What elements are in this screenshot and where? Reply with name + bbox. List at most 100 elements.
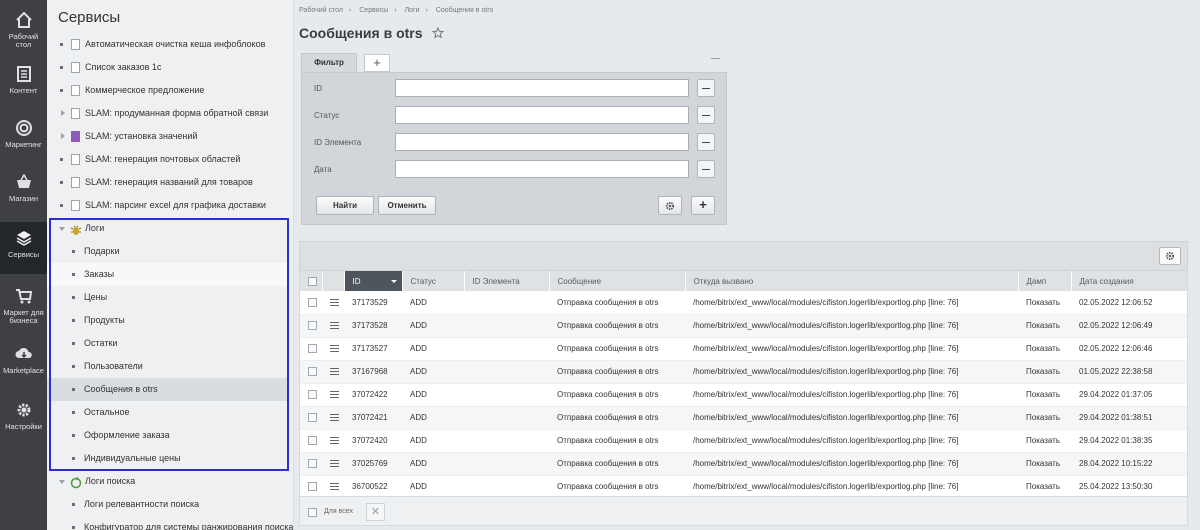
apply-all-checkbox[interactable] xyxy=(308,508,317,517)
table-row[interactable]: 37173529 ADD Отправка сообщения в otrs /… xyxy=(300,291,1187,315)
cell-dump-link[interactable]: Показать xyxy=(1018,475,1071,496)
filter-id-input[interactable] xyxy=(395,79,689,97)
star-icon[interactable] xyxy=(431,26,445,39)
find-button[interactable]: Найти xyxy=(316,196,374,215)
table-row[interactable]: 37167968 ADD Отправка сообщения в otrs /… xyxy=(300,360,1187,384)
table-row[interactable]: 36700522 ADD Отправка сообщения в otrs /… xyxy=(300,475,1187,496)
tree-item[interactable]: SLAM: продуманная форма обратной связи xyxy=(47,102,287,125)
column-dump[interactable]: Дамп xyxy=(1018,271,1072,291)
collapse-arrow-icon[interactable] xyxy=(59,480,65,484)
row-checkbox[interactable] xyxy=(308,436,317,446)
row-menu-icon[interactable] xyxy=(330,391,339,399)
breadcrumb-item[interactable]: Логи xyxy=(405,7,420,14)
tree-subitem[interactable]: Цены xyxy=(47,286,287,309)
table-row[interactable]: 37072421 ADD Отправка сообщения в otrs /… xyxy=(300,406,1187,430)
expand-arrow-icon[interactable] xyxy=(61,133,65,139)
remove-field-button[interactable] xyxy=(697,106,715,124)
table-row[interactable]: 37072422 ADD Отправка сообщения в otrs /… xyxy=(300,383,1187,407)
row-checkbox[interactable] xyxy=(308,390,317,400)
row-menu-icon[interactable] xyxy=(330,460,339,468)
collapse-arrow-icon[interactable] xyxy=(59,227,65,231)
tree-item[interactable]: SLAM: генерация названий для товаров xyxy=(47,171,287,194)
filter-minimize-icon[interactable] xyxy=(711,58,720,59)
cell-dump-link[interactable]: Показать xyxy=(1018,406,1071,430)
row-menu-icon[interactable] xyxy=(330,414,339,422)
rail-business-market[interactable]: Маркет для бизнеса xyxy=(0,280,47,332)
rail-marketing[interactable]: Маркетинг xyxy=(0,112,47,164)
row-menu-icon[interactable] xyxy=(330,483,339,491)
breadcrumb-item[interactable]: Сообщения в otrs xyxy=(436,7,493,14)
tree-item[interactable]: Коммерческое предложение xyxy=(47,79,287,102)
rail-content[interactable]: Контент xyxy=(0,58,47,110)
tree-subitem[interactable]: Пользователи xyxy=(47,355,287,378)
tree-subitem[interactable]: Остатки xyxy=(47,332,287,355)
cell-dump-link[interactable]: Показать xyxy=(1018,360,1071,384)
tree-subitem[interactable]: Индивидуальные цены xyxy=(47,447,287,470)
cell-dump-link[interactable]: Показать xyxy=(1018,452,1071,476)
row-menu-icon[interactable] xyxy=(330,368,339,376)
remove-field-button[interactable] xyxy=(697,160,715,178)
rail-services[interactable]: Сервисы xyxy=(0,222,47,274)
remove-field-button[interactable] xyxy=(697,79,715,97)
column-message[interactable]: Сообщение xyxy=(549,271,686,291)
filter-date-input[interactable] xyxy=(395,160,689,178)
cell-dump-link[interactable]: Показать xyxy=(1018,429,1071,453)
table-row[interactable]: 37173527 ADD Отправка сообщения в otrs /… xyxy=(300,337,1187,361)
rail-shop[interactable]: Магазин xyxy=(0,166,47,218)
tree-subitem[interactable]: Остальное xyxy=(47,401,287,424)
row-checkbox[interactable] xyxy=(308,459,317,469)
column-source[interactable]: Откуда вызвано xyxy=(685,271,1019,291)
rail-desktop[interactable]: Рабочий стол xyxy=(0,4,47,56)
tree-subitem[interactable]: Заказы xyxy=(47,263,287,286)
expand-arrow-icon[interactable] xyxy=(61,110,65,116)
tree-item-search-logs[interactable]: Логи поиска xyxy=(47,470,287,493)
tree-subitem[interactable]: Логи релевантности поиска xyxy=(47,493,287,516)
tree-item[interactable]: Автоматическая очистка кеша инфоблоков xyxy=(47,33,287,56)
row-menu-icon[interactable] xyxy=(330,299,339,307)
select-all-header[interactable] xyxy=(300,271,323,291)
column-id[interactable]: ID xyxy=(344,271,403,291)
table-row[interactable]: 37173528 ADD Отправка сообщения в otrs /… xyxy=(300,314,1187,338)
tree-subitem-selected[interactable]: Сообщения в otrs xyxy=(47,378,287,401)
rail-settings[interactable]: Настройки xyxy=(0,394,47,446)
tree-item[interactable]: SLAM: генерация почтовых областей xyxy=(47,148,287,171)
filter-element-id-input[interactable] xyxy=(395,133,689,151)
row-checkbox[interactable] xyxy=(308,482,317,492)
filter-add-tab-button[interactable]: + xyxy=(364,54,390,72)
row-checkbox[interactable] xyxy=(308,367,317,377)
table-row[interactable]: 37072420 ADD Отправка сообщения в otrs /… xyxy=(300,429,1187,453)
add-field-button[interactable]: + xyxy=(691,196,715,215)
breadcrumb-item[interactable]: Сервисы xyxy=(359,7,388,14)
delete-selected-button[interactable]: ✕ xyxy=(366,503,385,521)
row-checkbox[interactable] xyxy=(308,297,317,307)
cell-dump-link[interactable]: Показать xyxy=(1018,383,1071,407)
rail-marketplace[interactable]: Marketplace xyxy=(0,338,47,390)
tree-item[interactable]: SLAM: парсинг excel для графика доставки xyxy=(47,194,287,217)
filter-settings-button[interactable] xyxy=(658,196,682,215)
column-element-id[interactable]: ID Элемента xyxy=(464,271,550,291)
remove-field-button[interactable] xyxy=(697,133,715,151)
column-created[interactable]: Дата создания xyxy=(1071,271,1187,291)
row-checkbox[interactable] xyxy=(308,321,317,331)
cell-dump-link[interactable]: Показать xyxy=(1018,337,1071,361)
row-menu-icon[interactable] xyxy=(330,322,339,330)
tree-subitem[interactable]: Продукты xyxy=(47,309,287,332)
filter-tab[interactable]: Фильтр xyxy=(301,53,357,72)
tree-subitem[interactable]: Конфигуратор для системы ранжирования по… xyxy=(47,516,293,530)
cell-dump-link[interactable]: Показать xyxy=(1018,314,1071,338)
row-checkbox[interactable] xyxy=(308,413,317,423)
tree-item-logs[interactable]: Логи xyxy=(47,217,287,240)
column-status[interactable]: Статус xyxy=(402,271,465,291)
cancel-button[interactable]: Отменить xyxy=(378,196,436,215)
table-row[interactable]: 37025769 ADD Отправка сообщения в otrs /… xyxy=(300,452,1187,476)
tree-subitem[interactable]: Подарки xyxy=(47,240,287,263)
row-checkbox[interactable] xyxy=(308,344,317,354)
tree-subitem[interactable]: Оформление заказа xyxy=(47,424,287,447)
filter-status-input[interactable] xyxy=(395,106,689,124)
breadcrumb-item[interactable]: Рабочий стол xyxy=(299,7,343,14)
grid-settings-button[interactable] xyxy=(1159,247,1181,265)
tree-item[interactable]: Список заказов 1с xyxy=(47,56,287,79)
tree-item[interactable]: SLAM: установка значений xyxy=(47,125,287,148)
row-menu-icon[interactable] xyxy=(330,437,339,445)
row-menu-icon[interactable] xyxy=(330,345,339,353)
